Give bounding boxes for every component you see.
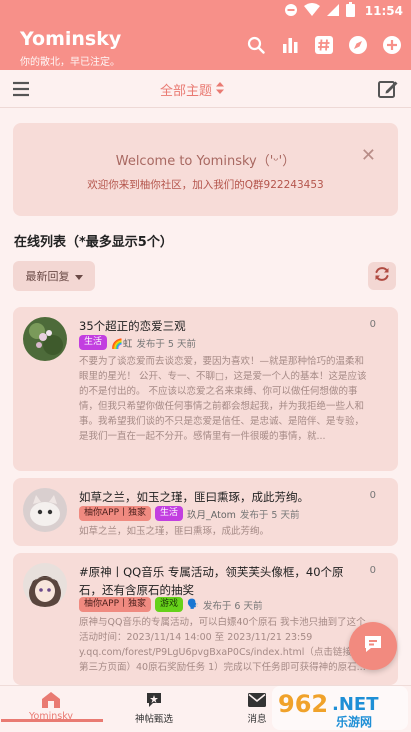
post-title: 35个超正的恋爱三观 [79,319,186,333]
status-bar: 11:54 [0,0,411,22]
menu-icon[interactable] [10,78,32,100]
app-title: Yominsky [20,28,122,50]
svg-text:.NET: .NET [332,694,379,715]
sort-dropdown[interactable]: 最新回复 [13,261,95,291]
welcome-description: 欢迎你来到柚你社区，加入我们的Q群922243453 [87,179,324,191]
nav-featured[interactable]: 神帖甄选 [104,689,204,725]
reply-count: 0 [369,490,376,501]
post-card[interactable]: 35个超正的恋爱三观 0 生活 🌈虹 发布于 5 天前 不要为了谈恋爱而去谈恋爱… [13,307,398,471]
topic-selector[interactable]: 全部主题 [160,80,225,99]
refresh-icon [373,265,391,287]
topic-selector-label: 全部主题 [160,84,213,99]
active-tab-indicator [1,719,103,722]
post-excerpt: 如草之兰，如玉之瑾，匪曰熏琢，成此芳绚。 [79,526,270,537]
category-tag[interactable]: 柚你APP丨独家 [79,506,152,521]
app-subtitle: 你的散北，早已注定。 [20,57,120,68]
featured-post-icon [104,689,204,711]
signal-icon [326,3,340,20]
online-list-title: 在线列表（*最多显示5个） [14,235,173,250]
post-card[interactable]: #原神丨QQ音乐 专属活动，领芙芙头像框，40个原石，还有含原石的抽奖 0 柚你… [13,553,398,685]
category-tag[interactable]: 游戏 [155,597,184,612]
stats-icon[interactable] [279,34,301,56]
category-tag[interactable]: 柚你APP丨独家 [79,597,152,612]
sort-arrows-icon [216,81,225,98]
svg-text:962: 962 [278,690,328,718]
avatar[interactable] [23,488,67,532]
post-excerpt: 原神与QQ音乐的专属活动，可以白嫖40个原石 我卡池只抽到了这个 活动时间：20… [79,617,366,673]
post-meta: 生活 🌈虹 发布于 5 天前 [79,335,196,350]
compass-icon[interactable] [347,34,369,56]
post-time: 发布于 5 天前 [239,509,300,521]
caret-down-icon [74,270,83,283]
search-icon[interactable] [245,34,267,56]
add-icon[interactable] [381,34,403,56]
category-tag[interactable]: 生活 [155,506,184,521]
post-author[interactable]: 🗣️ [187,599,199,610]
close-icon[interactable]: ✕ [361,145,376,166]
sort-dropdown-label: 最新回复 [25,270,70,283]
nav-home[interactable]: Yominsky [1,689,103,722]
post-author[interactable]: 🌈虹 [111,336,132,350]
nav-featured-label: 神帖甄选 [134,714,173,725]
status-time: 11:54 [364,4,403,18]
post-card[interactable]: 如草之兰，如玉之瑾，匪曰熏琢，成此芳绚。 0 柚你APP丨独家 生活 玖月_At… [13,478,398,546]
category-tag[interactable]: 生活 [79,335,108,350]
post-title: #原神丨QQ音乐 专属活动，领芙芙头像框，40个原石，还有含原石的抽奖 [79,565,344,597]
post-excerpt: 不要为了谈恋爱而去谈恋爱，要因为喜欢！—就是那种恰巧的温柔和眼里的星光！ 公开、… [79,356,367,442]
toolbar: 全部主题 [0,70,411,108]
wifi-icon [303,2,320,20]
home-icon [1,689,101,711]
reply-count: 0 [369,565,376,576]
dnd-icon [284,3,298,20]
post-meta: 柚你APP丨独家 游戏 🗣️ 发布于 6 天前 [79,597,262,612]
battery-icon [345,2,355,20]
welcome-title: Welcome to Yominsky（'ᵕ'） [115,154,296,169]
reply-count: 0 [369,319,376,330]
chat-fab[interactable] [349,622,397,670]
post-meta: 柚你APP丨独家 生活 玖月_Atom 发布于 5 天前 [79,506,300,521]
post-author[interactable]: 玖月_Atom [187,507,236,521]
chat-icon [361,632,385,660]
site-watermark-logo: 962 .NET 乐游网 [272,686,408,730]
edit-post-icon[interactable] [377,78,399,100]
post-title: 如草之兰，如玉之瑾，匪曰熏琢，成此芳绚。 [79,490,309,504]
svg-text:乐游网: 乐游网 [336,714,372,729]
hashtag-icon[interactable] [313,34,335,56]
app-header: Yominsky 你的散北，早已注定。 [0,22,411,70]
welcome-banner: Welcome to Yominsky（'ᵕ'） 欢迎你来到柚你社区，加入我们的… [13,123,398,216]
post-time: 发布于 6 天前 [202,600,263,612]
refresh-button[interactable] [368,262,396,290]
avatar[interactable] [23,317,67,361]
avatar[interactable] [23,563,67,607]
post-time: 发布于 5 天前 [136,338,196,350]
